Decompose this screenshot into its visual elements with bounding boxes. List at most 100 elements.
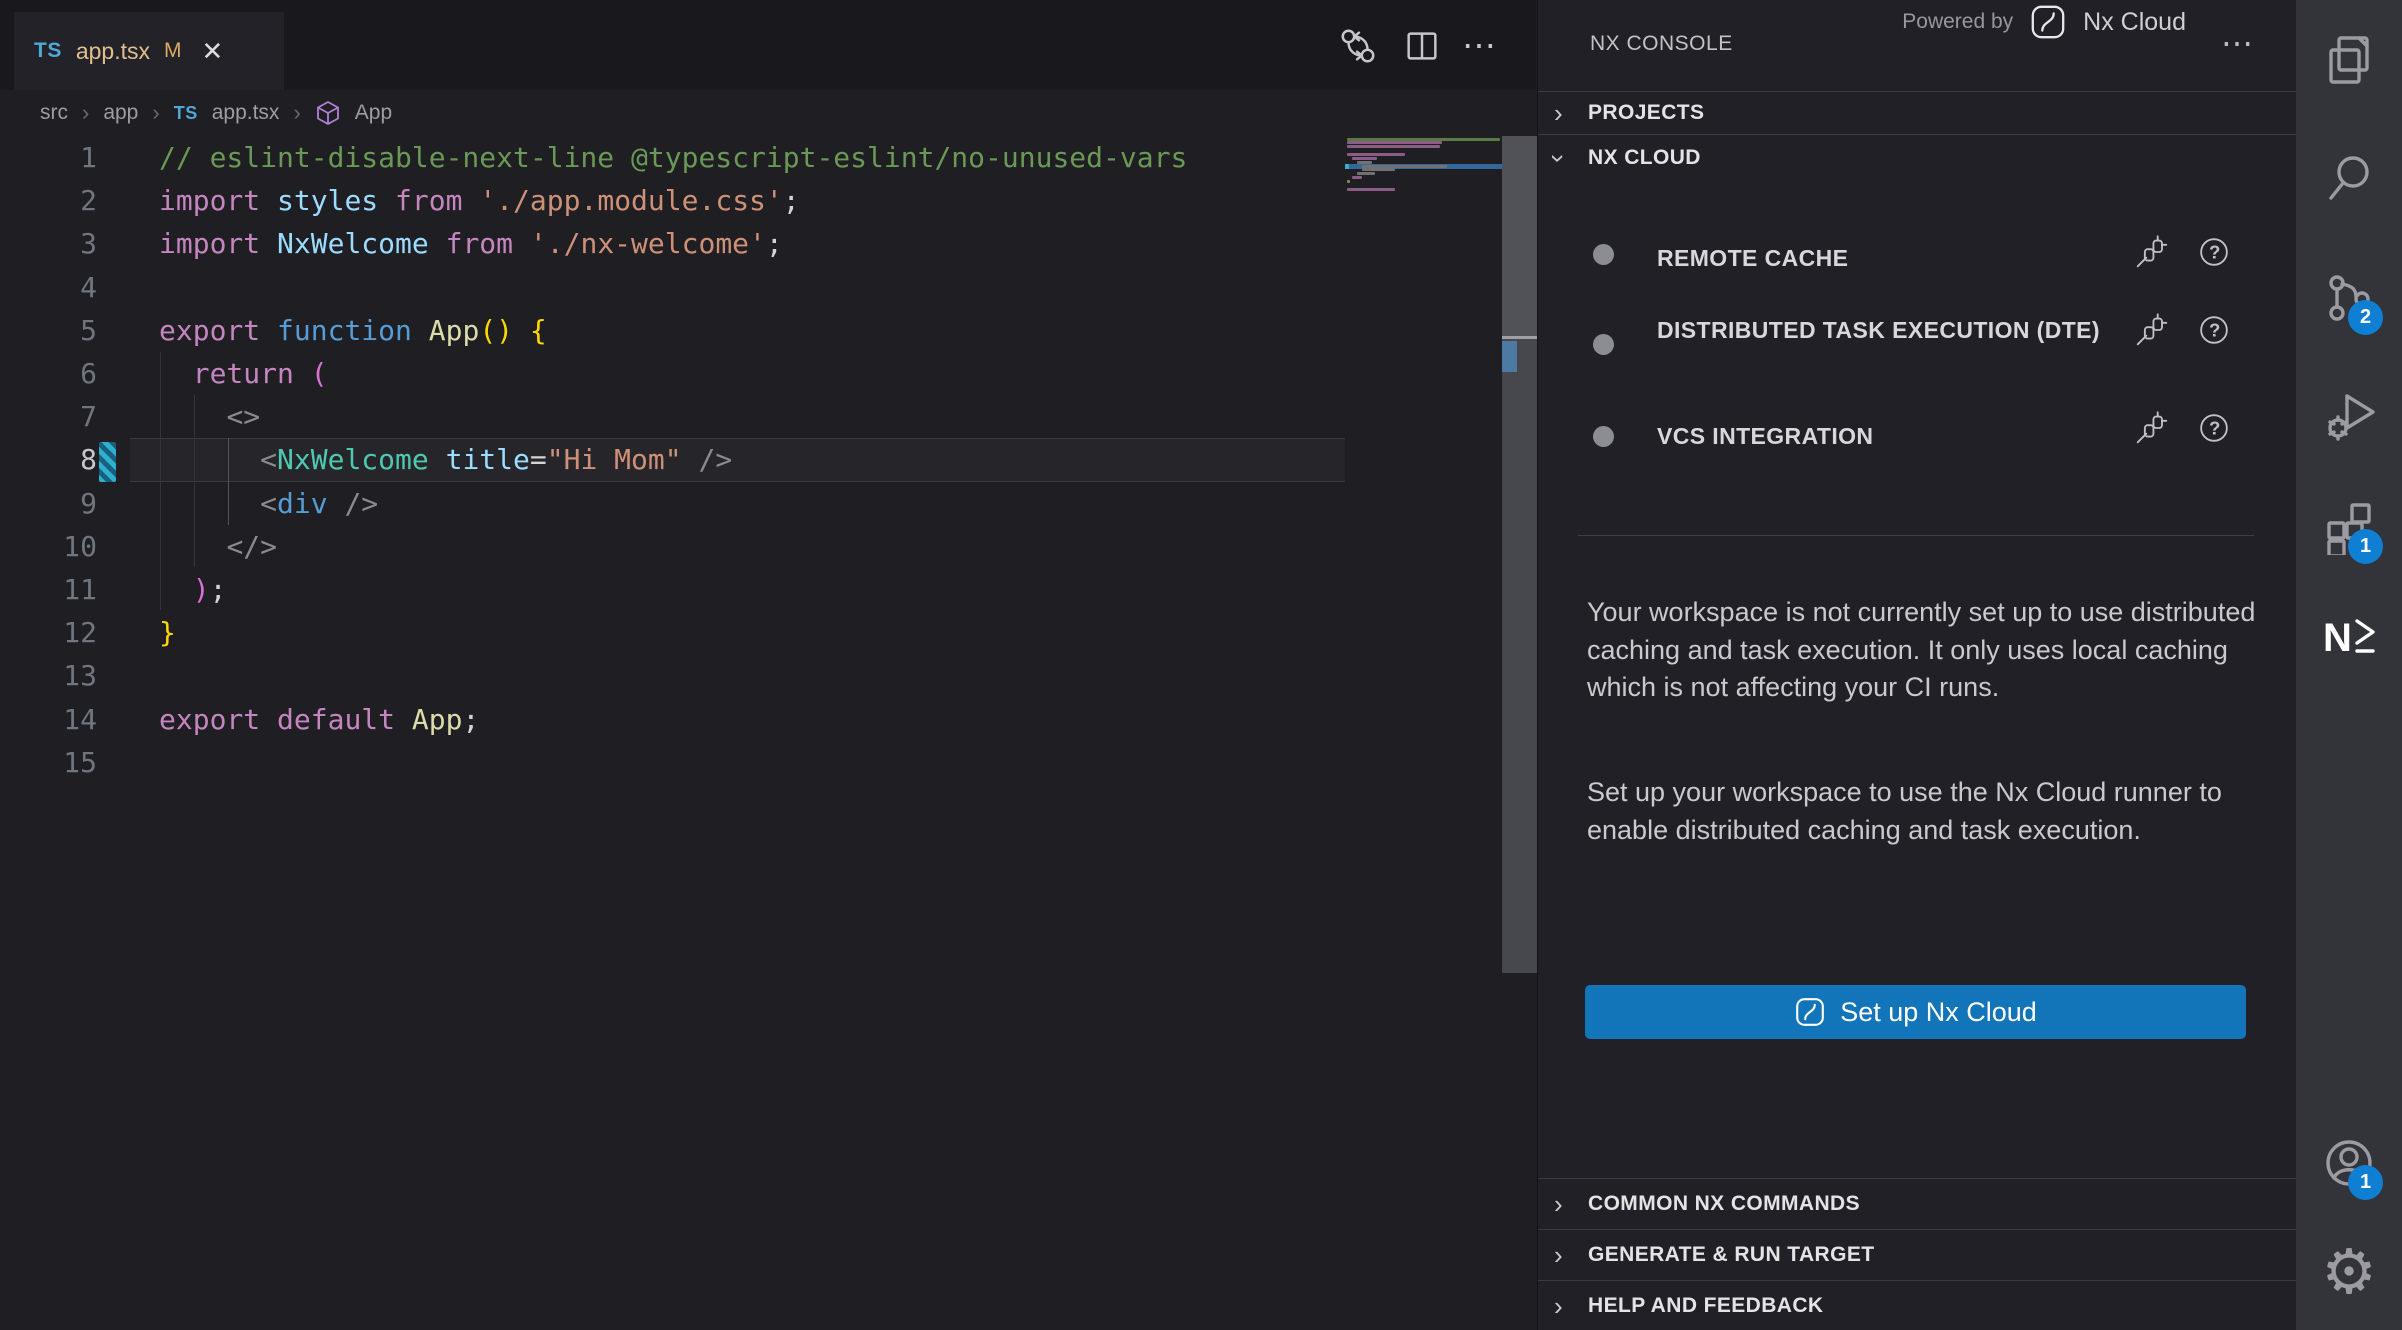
help-icon[interactable]: ? bbox=[2194, 408, 2234, 448]
breadcrumb-file[interactable]: app.tsx bbox=[212, 101, 280, 125]
line-number: 1 bbox=[0, 136, 97, 180]
minimap-line bbox=[1347, 145, 1440, 148]
code-text: ); bbox=[159, 568, 226, 612]
search-icon[interactable] bbox=[2321, 150, 2377, 206]
connect-icon[interactable] bbox=[2132, 408, 2172, 448]
cloud-feature-actions: ? bbox=[2132, 310, 2234, 350]
workspace-status-text: Your workspace is not currently set up t… bbox=[1587, 594, 2263, 707]
section-help-and-feedback[interactable]: ›HELP AND FEEDBACK bbox=[1538, 1280, 2296, 1330]
code-line[interactable]: 12} bbox=[0, 611, 1345, 655]
activity-bar: 21N1⚙ bbox=[2296, 0, 2402, 1330]
code-text: <> bbox=[159, 395, 260, 439]
nx-console-panel: NX CONSOLE ⋯ › PROJECTS › NX CLOUD REMOT… bbox=[1537, 0, 2296, 1330]
section-label: HELP AND FEEDBACK bbox=[1588, 1294, 1823, 1318]
breadcrumb: src › app › TS app.tsx › App bbox=[0, 90, 1536, 136]
minimap[interactable] bbox=[1347, 137, 1503, 207]
more-actions-icon[interactable]: ⋯ bbox=[2221, 24, 2256, 62]
line-number: 10 bbox=[0, 525, 97, 569]
code-line[interactable]: 13 bbox=[0, 654, 1345, 698]
breadcrumb-separator: › bbox=[82, 100, 89, 126]
line-number: 8 bbox=[0, 438, 97, 482]
section-label: COMMON NX COMMANDS bbox=[1588, 1192, 1860, 1216]
svg-text:?: ? bbox=[2209, 417, 2220, 438]
setup-button-label: Set up Nx Cloud bbox=[1840, 997, 2037, 1028]
section-projects[interactable]: › PROJECTS bbox=[1538, 91, 2296, 135]
overview-ruler-modified-marker bbox=[1502, 341, 1517, 372]
section-label: PROJECTS bbox=[1588, 101, 1704, 125]
help-icon[interactable]: ? bbox=[2194, 310, 2234, 350]
scrollbar-track[interactable] bbox=[1502, 339, 1537, 973]
breadcrumb-symbol-app[interactable]: App bbox=[355, 101, 392, 125]
code-line[interactable]: 11 ); bbox=[0, 568, 1345, 612]
cloud-feature-actions: ? bbox=[2132, 232, 2234, 272]
nx-console-icon[interactable]: N bbox=[2321, 609, 2377, 665]
code-line[interactable]: 15 bbox=[0, 741, 1345, 785]
code-line[interactable]: 8 <NxWelcome title="Hi Mom" /> bbox=[0, 438, 1345, 482]
more-actions-icon[interactable]: ⋯ bbox=[1458, 24, 1502, 68]
connect-icon[interactable] bbox=[2132, 232, 2172, 272]
tab-filename: app.tsx bbox=[76, 38, 150, 65]
code-text: import styles from './app.module.css'; bbox=[159, 179, 800, 223]
section-generate-run-target[interactable]: ›GENERATE & RUN TARGET bbox=[1538, 1229, 2296, 1280]
minimap-line bbox=[1352, 157, 1377, 160]
debug-icon[interactable] bbox=[2321, 388, 2377, 444]
code-line[interactable]: 1 // eslint-disable-next-line @typescript… bbox=[0, 136, 1345, 180]
code-line[interactable]: 2import styles from './app.module.css'; bbox=[0, 179, 1345, 223]
code-text: <div /> bbox=[159, 482, 378, 526]
nx-cloud-icon bbox=[1794, 996, 1826, 1028]
code-text: } bbox=[159, 611, 176, 655]
open-changes-icon[interactable] bbox=[1336, 24, 1380, 68]
code-line[interactable]: 6 return ( bbox=[0, 352, 1345, 396]
code-line[interactable]: 7 <> bbox=[0, 395, 1345, 439]
code-line[interactable]: 4 bbox=[0, 266, 1345, 310]
minimap-line bbox=[1347, 180, 1350, 183]
section-common-nx-commands[interactable]: ›COMMON NX COMMANDS bbox=[1538, 1178, 2296, 1229]
code-line[interactable]: 3import NxWelcome from './nx-welcome'; bbox=[0, 222, 1345, 266]
status-dot bbox=[1593, 426, 1614, 447]
code-text: // eslint-disable-next-line @typescript-… bbox=[159, 136, 1187, 180]
typescript-file-icon: TS bbox=[174, 103, 198, 124]
cloud-feature-label: VCS INTEGRATION bbox=[1657, 418, 2127, 455]
code-line[interactable]: 5 export function App() { bbox=[0, 309, 1345, 353]
notification-badge: 2 bbox=[2348, 300, 2383, 335]
code-line[interactable]: 14export default App; bbox=[0, 698, 1345, 742]
line-number: 3 bbox=[0, 222, 97, 266]
line-number: 6 bbox=[0, 352, 97, 396]
scrollbar-divider bbox=[1502, 336, 1537, 339]
line-number: 5 bbox=[0, 309, 97, 353]
settings-icon[interactable]: ⚙ bbox=[2321, 1245, 2377, 1301]
code-text: </> bbox=[159, 525, 277, 569]
breadcrumb-app[interactable]: app bbox=[103, 101, 138, 125]
explorer-icon[interactable] bbox=[2321, 32, 2377, 88]
tab-app-tsx[interactable]: TS app.tsx M ✕ bbox=[14, 12, 284, 90]
line-number: 11 bbox=[0, 568, 97, 612]
panel-header: NX CONSOLE ⋯ bbox=[1538, 0, 2296, 88]
setup-hint-text: Set up your workspace to use the Nx Clou… bbox=[1587, 774, 2263, 849]
breadcrumb-src[interactable]: src bbox=[40, 101, 68, 125]
code-line[interactable]: 10 </> bbox=[0, 525, 1345, 569]
notification-badge: 1 bbox=[2348, 529, 2383, 564]
code-text: export default App; bbox=[159, 698, 479, 742]
chevron-right-icon: › bbox=[1554, 1240, 1588, 1271]
code-line[interactable]: 9 <div /> bbox=[0, 482, 1345, 526]
split-editor-icon[interactable] bbox=[1400, 24, 1444, 68]
typescript-file-icon: TS bbox=[34, 39, 62, 63]
close-icon[interactable]: ✕ bbox=[202, 36, 224, 67]
help-icon[interactable]: ? bbox=[2194, 232, 2234, 272]
connect-icon[interactable] bbox=[2132, 310, 2172, 350]
symbol-cube-icon bbox=[315, 100, 341, 126]
section-nx-cloud[interactable]: › NX CLOUD bbox=[1538, 136, 2296, 180]
minimap-modified-marker bbox=[1345, 164, 1349, 169]
setup-nx-cloud-button[interactable]: Set up Nx Cloud bbox=[1585, 985, 2246, 1039]
breadcrumb-separator: › bbox=[293, 100, 300, 126]
section-label: NX CLOUD bbox=[1588, 146, 1701, 170]
chevron-right-icon: › bbox=[1554, 1291, 1588, 1322]
code-text: export function App() { bbox=[159, 309, 547, 353]
breadcrumb-separator: › bbox=[152, 100, 159, 126]
chevron-down-icon: › bbox=[1554, 143, 1588, 174]
panel-title: NX CONSOLE bbox=[1590, 32, 1733, 56]
status-dot bbox=[1593, 334, 1614, 355]
collapsed-sections: ›COMMON NX COMMANDS›GENERATE & RUN TARGE… bbox=[1538, 1178, 2296, 1330]
code-editor[interactable]: 1 // eslint-disable-next-line @typescript… bbox=[0, 136, 1502, 1330]
scrollbar-track[interactable] bbox=[1502, 136, 1537, 337]
